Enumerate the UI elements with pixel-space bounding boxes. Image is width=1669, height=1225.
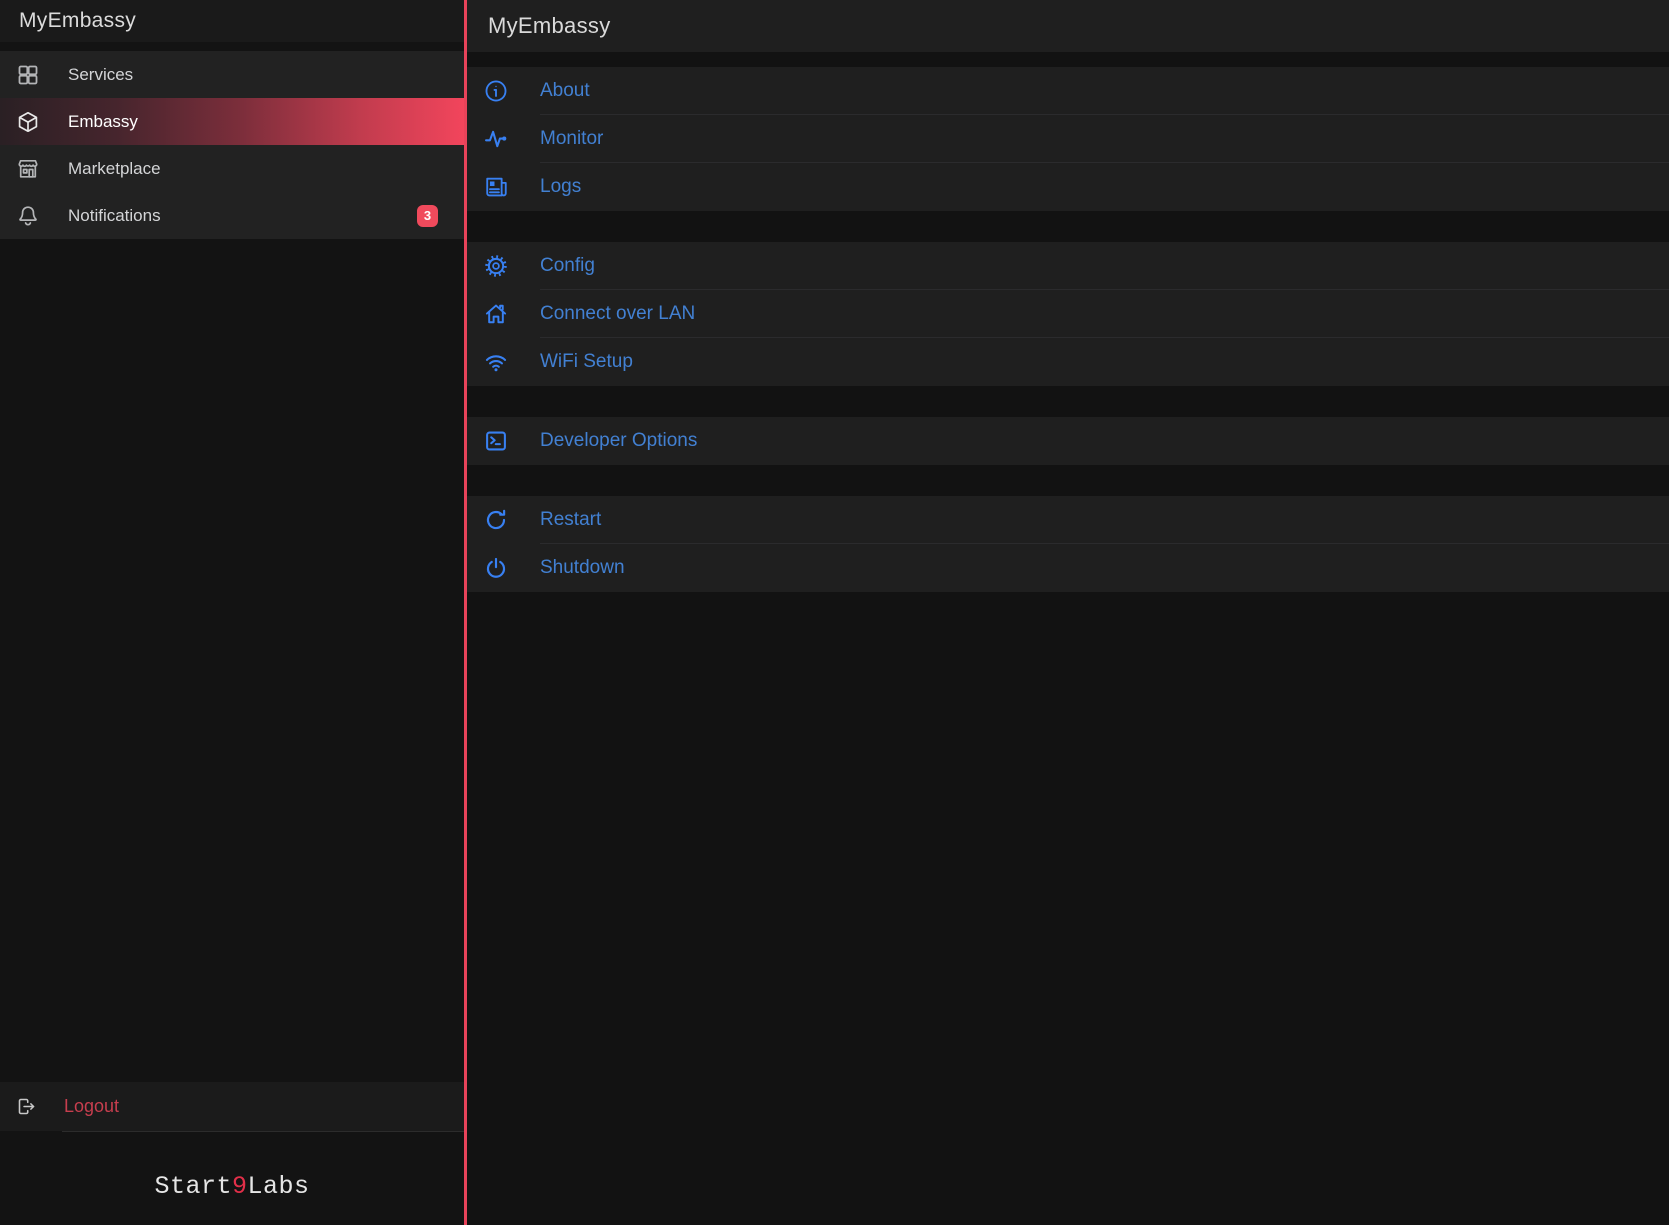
menu-group: About Monitor: [467, 67, 1669, 211]
menu-item-restart[interactable]: Restart: [467, 496, 1669, 544]
menu-item-shutdown[interactable]: Shutdown: [467, 544, 1669, 592]
brand-footer: Start9 Labs: [0, 1132, 464, 1225]
wifi-icon: [483, 349, 509, 375]
menu-item-config[interactable]: Config: [467, 242, 1669, 290]
sidebar-item-services[interactable]: Services: [0, 51, 464, 98]
sidebar-item-embassy[interactable]: Embassy: [0, 98, 464, 145]
app-root: MyEmbassy Services: [0, 0, 1669, 1225]
menu-item-about[interactable]: About: [467, 67, 1669, 115]
newspaper-icon: [483, 174, 509, 200]
settings-menu: About Monitor: [467, 52, 1669, 1225]
sidebar-item-marketplace[interactable]: Marketplace: [0, 145, 464, 192]
logout-button[interactable]: Logout: [0, 1082, 464, 1131]
menu-item-label: About: [540, 80, 590, 102]
menu-item-monitor[interactable]: Monitor: [467, 115, 1669, 163]
page-title: MyEmbassy: [488, 13, 611, 39]
main-pane: MyEmbassy About: [467, 0, 1669, 1225]
menu-item-logs[interactable]: Logs: [467, 163, 1669, 211]
menu-item-label: WiFi Setup: [540, 351, 633, 373]
menu-item-label: Restart: [540, 509, 601, 531]
brand-text: Start: [154, 1172, 232, 1201]
sidebar-title: MyEmbassy: [19, 9, 136, 33]
menu-group: Config Connect over LAN: [467, 242, 1669, 386]
logout-label: Logout: [64, 1096, 119, 1117]
sidebar-item-label: Notifications: [68, 206, 161, 226]
sidebar-bottom: Logout Start9 Labs: [0, 1082, 464, 1225]
menu-item-label: Developer Options: [540, 430, 697, 452]
notification-count-badge: 3: [417, 205, 438, 227]
storefront-icon: [16, 157, 40, 181]
sidebar-item-label: Marketplace: [68, 159, 161, 179]
menu-item-label: Connect over LAN: [540, 303, 695, 325]
bell-icon: [16, 204, 40, 228]
menu-item-label: Monitor: [540, 128, 603, 150]
menu-item-label: Shutdown: [540, 557, 625, 579]
menu-group: Restart Shutdown: [467, 496, 1669, 592]
power-icon: [483, 555, 509, 581]
sidebar-item-label: Services: [68, 65, 133, 85]
menu-item-connect-lan[interactable]: Connect over LAN: [467, 290, 1669, 338]
sidebar-header: MyEmbassy: [0, 0, 464, 42]
brand-nine: 9: [232, 1172, 248, 1201]
menu-item-developer-options[interactable]: Developer Options: [467, 417, 1669, 465]
info-circle-icon: [483, 78, 509, 104]
home-icon: [483, 301, 509, 327]
gear-icon: [483, 253, 509, 279]
main-header: MyEmbassy: [467, 0, 1669, 52]
logout-icon: [16, 1096, 37, 1117]
sidebar: MyEmbassy Services: [0, 0, 467, 1225]
cube-icon: [16, 110, 40, 134]
sidebar-item-notifications[interactable]: Notifications 3: [0, 192, 464, 239]
menu-item-label: Logs: [540, 176, 581, 198]
menu-item-wifi[interactable]: WiFi Setup: [467, 338, 1669, 386]
sidebar-item-label: Embassy: [68, 112, 138, 132]
brand-text: Labs: [248, 1172, 310, 1201]
menu-group: Developer Options: [467, 417, 1669, 465]
pulse-icon: [483, 126, 509, 152]
sidebar-menu: Services Embassy: [0, 51, 464, 239]
grid-icon: [16, 63, 40, 87]
menu-item-label: Config: [540, 255, 595, 277]
terminal-icon: [483, 428, 509, 454]
refresh-icon: [483, 507, 509, 533]
